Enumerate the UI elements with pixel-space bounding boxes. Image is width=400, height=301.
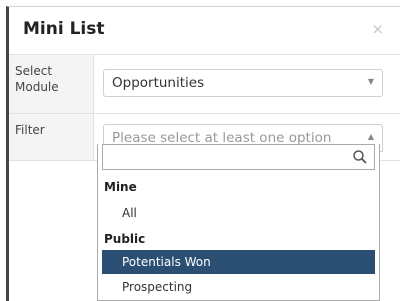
chevron-up-icon: ▲ [367,132,374,141]
select-module-label-cell: Select Module [9,55,94,113]
module-select-value: Opportunities [112,75,205,91]
select-module-row: Select Module Opportunities ▼ [9,55,400,114]
close-icon[interactable]: × [371,20,384,38]
dropdown-search-box [102,144,375,170]
module-select[interactable]: Opportunities ▼ [103,69,383,97]
option-potentials-won[interactable]: Potentials Won [102,250,375,274]
option-prospecting[interactable]: Prospecting [102,275,375,299]
option-all[interactable]: All [102,201,375,225]
option-potentials-won-label: Potentials Won [122,255,211,269]
chevron-down-icon: ▼ [367,77,374,86]
option-all-label: All [122,206,137,220]
option-prospecting-label: Prospecting [122,280,193,294]
modal-title: Mini List [23,19,105,39]
select-module-label: Select Module [15,64,59,94]
group-label-public: Public [104,232,146,246]
dropdown-search-input[interactable] [103,145,355,169]
filter-dropdown: Mine All Public Potentials Won Prospecti… [97,144,380,301]
modal-header: Mini List × [9,7,400,55]
search-icon [353,150,367,164]
filter-label-cell: Filter [9,114,94,160]
group-label-mine: Mine [104,180,137,194]
filter-label: Filter [15,123,45,137]
